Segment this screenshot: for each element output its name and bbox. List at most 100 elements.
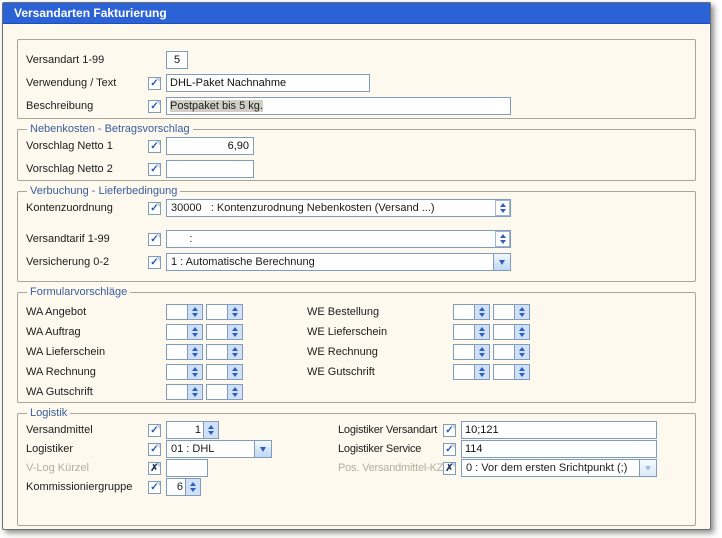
spinner-button[interactable] bbox=[187, 305, 202, 319]
checkbox-checked-icon[interactable]: ✓ bbox=[443, 424, 456, 437]
form-number-spinner[interactable] bbox=[453, 324, 490, 340]
spinner-button[interactable] bbox=[495, 200, 510, 216]
pos-versandmittel-kz-label: Pos. Versandmittel-KZ bbox=[338, 462, 443, 474]
checkbox-checked-icon[interactable]: ✓ bbox=[148, 443, 161, 456]
checkbox-checked-icon[interactable]: ✓ bbox=[148, 100, 161, 113]
form-number-spinner[interactable] bbox=[166, 384, 203, 400]
kontenzuordnung-combo[interactable]: 30000 : Kontenzurodnung Nebenkosten (Ver… bbox=[166, 199, 511, 217]
dropdown-button[interactable] bbox=[493, 254, 510, 270]
versandart-row: Versandart 1-99 bbox=[26, 51, 695, 69]
form-number-spinner[interactable] bbox=[493, 324, 530, 340]
wa-auftrag-label: WA Auftrag bbox=[26, 326, 166, 338]
wa-gutschrift-label: WA Gutschrift bbox=[26, 386, 166, 398]
versandart-input[interactable] bbox=[166, 51, 188, 69]
spinner-button[interactable] bbox=[474, 345, 489, 359]
checkbox-checked-icon[interactable]: ✓ bbox=[148, 140, 161, 153]
spinner-button[interactable] bbox=[514, 305, 529, 319]
spinner-button[interactable] bbox=[187, 345, 202, 359]
section-nebenkosten: Nebenkosten - Betragsvorschlag Vorschlag… bbox=[17, 123, 696, 181]
logistiker-versandart-input[interactable] bbox=[461, 421, 657, 439]
form-number-spinner[interactable] bbox=[493, 344, 530, 360]
form-number-spinner[interactable] bbox=[493, 364, 530, 380]
form-number-spinner[interactable] bbox=[453, 344, 490, 360]
spinner-button[interactable] bbox=[474, 325, 489, 339]
spinner-button[interactable] bbox=[514, 345, 529, 359]
form-number-spinner[interactable] bbox=[166, 304, 203, 320]
checkbox-checked-icon[interactable]: ✓ bbox=[148, 424, 161, 437]
form-number-spinner[interactable] bbox=[206, 364, 243, 380]
spinner-up-icon bbox=[192, 327, 198, 331]
versandtarif-combo[interactable]: : bbox=[166, 230, 511, 248]
checkbox-checked-icon[interactable]: ✓ bbox=[148, 77, 161, 90]
form-number-spinner[interactable] bbox=[453, 304, 490, 320]
spinner-down-icon bbox=[232, 393, 238, 397]
spinner-button[interactable] bbox=[474, 365, 489, 379]
spinner-up-icon bbox=[519, 327, 525, 331]
spinner-button[interactable] bbox=[187, 325, 202, 339]
formular-right-column: WE Bestellung WE Lieferschein WE Rechnun… bbox=[307, 304, 530, 404]
section-verbuchung: Verbuchung - Lieferbedingung Kontenzuord… bbox=[17, 185, 696, 282]
logistiker-dropdown[interactable]: 01 : DHL bbox=[166, 440, 272, 458]
checkbox-checked-icon[interactable]: ✓ bbox=[148, 233, 161, 246]
netto1-input[interactable] bbox=[166, 137, 254, 155]
spinner-button[interactable] bbox=[227, 325, 242, 339]
spinner-down-icon bbox=[479, 313, 485, 317]
spinner-button[interactable] bbox=[227, 305, 242, 319]
form-number-spinner[interactable] bbox=[206, 384, 243, 400]
netto2-input[interactable] bbox=[166, 160, 254, 178]
checkbox-excluded-icon[interactable]: ✗ bbox=[148, 462, 161, 475]
spinner-button[interactable] bbox=[227, 365, 242, 379]
form-number-spinner[interactable] bbox=[493, 304, 530, 320]
spinner-up-icon bbox=[190, 482, 196, 486]
we-gutschrift-label: WE Gutschrift bbox=[307, 366, 453, 378]
spinner-down-icon bbox=[479, 373, 485, 377]
section-formular-title: Formularvorschläge bbox=[27, 286, 130, 298]
kontenzuordnung-value: 30000 : Kontenzurodnung Nebenkosten (Ver… bbox=[167, 202, 495, 214]
spinner-down-icon bbox=[519, 313, 525, 317]
spinner-down-icon bbox=[208, 431, 214, 435]
pos-versandmittel-kz-dropdown: 0 : Vor dem ersten Srichtpunkt (;) bbox=[461, 459, 657, 477]
beschreibung-input[interactable]: Postpaket bis 5 kg. bbox=[166, 97, 511, 115]
spinner-button[interactable] bbox=[187, 385, 202, 399]
checkbox-checked-icon[interactable]: ✓ bbox=[148, 256, 161, 269]
versandmittel-spinner[interactable]: 1 bbox=[166, 421, 219, 439]
we-lieferschein-label: WE Lieferschein bbox=[307, 326, 453, 338]
spinner-up-icon bbox=[232, 327, 238, 331]
form-number-spinner[interactable] bbox=[166, 324, 203, 340]
dropdown-button[interactable] bbox=[254, 441, 271, 457]
spinner-button[interactable] bbox=[187, 365, 202, 379]
spinner-button[interactable] bbox=[227, 345, 242, 359]
form-number-spinner[interactable] bbox=[166, 364, 203, 380]
spinner-button[interactable] bbox=[474, 305, 489, 319]
checkbox-checked-icon[interactable]: ✓ bbox=[148, 163, 161, 176]
verwendung-input[interactable] bbox=[166, 74, 370, 92]
spinner-button[interactable] bbox=[203, 422, 218, 438]
spinner-button[interactable] bbox=[185, 479, 200, 495]
logistik-columns: Versandmittel ✓ 1 Logistiker ✓ 01 : DHL bbox=[26, 421, 695, 497]
spinner-button[interactable] bbox=[495, 231, 510, 247]
checkbox-checked-icon[interactable]: ✓ bbox=[443, 443, 456, 456]
spinner-up-icon bbox=[500, 203, 506, 207]
form-number-spinner[interactable] bbox=[206, 324, 243, 340]
vlog-input bbox=[166, 459, 208, 477]
spinner-button[interactable] bbox=[514, 325, 529, 339]
checkbox-checked-icon[interactable]: ✓ bbox=[148, 481, 161, 494]
spinner-button[interactable] bbox=[514, 365, 529, 379]
versandtarif-row: Versandtarif 1-99 ✓ : bbox=[26, 230, 695, 248]
form-number-spinner[interactable] bbox=[206, 304, 243, 320]
kommissioniergruppe-spinner[interactable]: 6 bbox=[166, 478, 201, 496]
spinner-button[interactable] bbox=[227, 385, 242, 399]
logistiker-service-input[interactable] bbox=[461, 440, 657, 458]
form-number-spinner[interactable] bbox=[453, 364, 490, 380]
form-number-spinner[interactable] bbox=[166, 344, 203, 360]
spinner-down-icon bbox=[519, 353, 525, 357]
spinner-up-icon bbox=[192, 307, 198, 311]
form-number-spinner[interactable] bbox=[206, 344, 243, 360]
checkbox-excluded-icon[interactable]: ✗ bbox=[443, 462, 456, 475]
vlog-label: V-Log Kürzel bbox=[26, 462, 148, 474]
beschreibung-selected-text: Postpaket bis 5 kg. bbox=[170, 100, 263, 112]
versicherung-dropdown[interactable]: 1 : Automatische Berechnung bbox=[166, 253, 511, 271]
logistiker-label: Logistiker bbox=[26, 443, 148, 455]
checkbox-checked-icon[interactable]: ✓ bbox=[148, 202, 161, 215]
verwendung-label: Verwendung / Text bbox=[26, 77, 148, 89]
